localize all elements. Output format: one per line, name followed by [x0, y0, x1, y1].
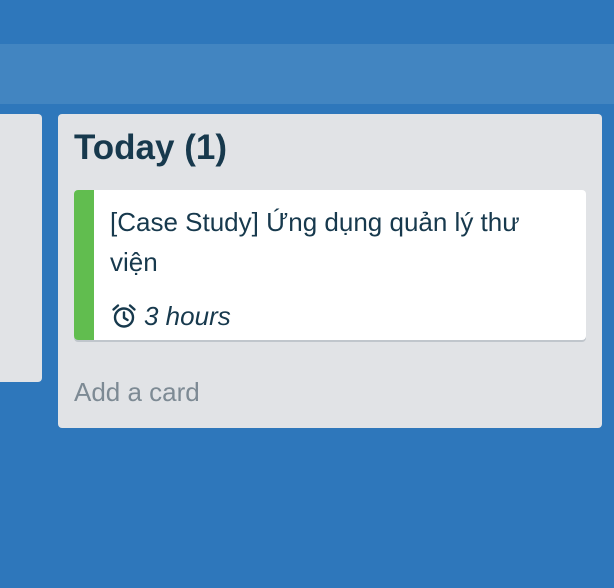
previous-list[interactable]	[0, 114, 42, 382]
alarm-clock-icon	[112, 304, 136, 328]
board-top-bar	[0, 0, 614, 44]
list-title[interactable]: Today (1)	[74, 128, 227, 168]
list-today: Today (1) [Case Study] Ứng dụng quản lý …	[58, 114, 602, 428]
card-label-green	[74, 190, 94, 340]
due-date-text: 3 hours	[144, 301, 231, 331]
card-title: [Case Study] Ứng dụng quản lý thư viện	[110, 207, 520, 277]
board-header-bar	[0, 44, 614, 104]
due-date-badge: 3 hours	[110, 298, 231, 334]
add-card-button[interactable]: Add a card	[74, 372, 200, 412]
card[interactable]: [Case Study] Ứng dụng quản lý thư viện 3…	[74, 190, 586, 340]
